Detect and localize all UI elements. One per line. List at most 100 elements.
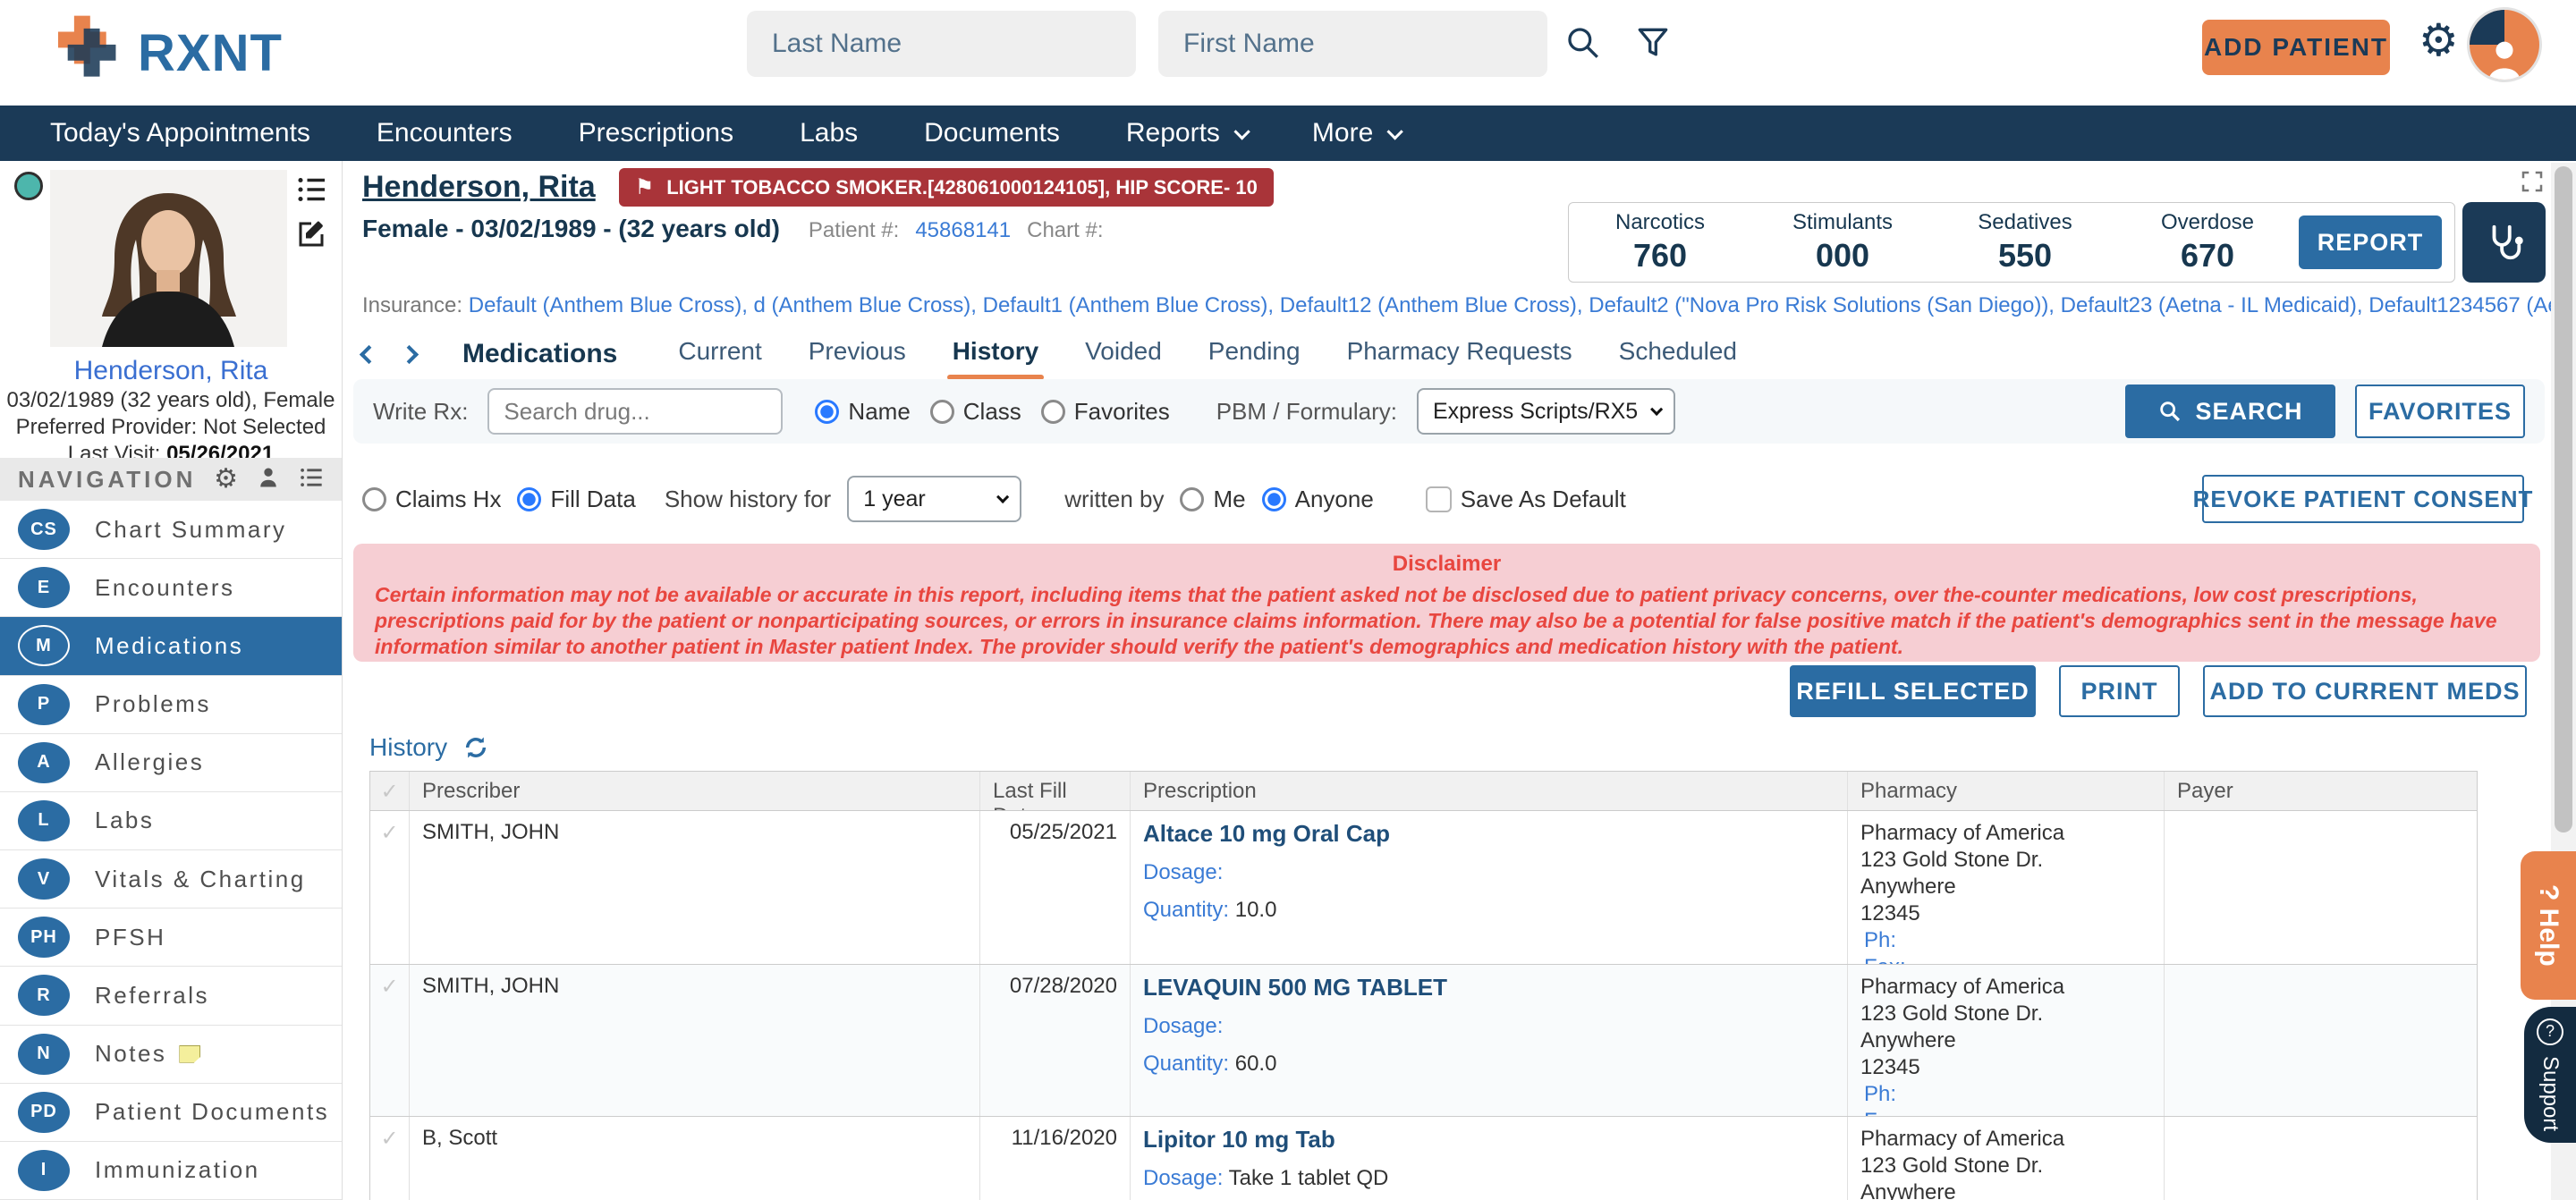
rxnt-cross-icon [50,13,127,94]
nav-encounters[interactable]: Encounters [377,118,513,148]
search-button[interactable]: SEARCH [2125,385,2335,438]
drug-name-link[interactable]: LEVAQUIN 500 MG TABLET [1143,974,1835,1001]
refresh-icon[interactable] [462,733,490,762]
tabs-scroll-left-icon[interactable] [359,344,379,364]
sidebar-item-problems[interactable]: P Problems [0,675,342,734]
last-fill-date-cell: 07/28/2020 [980,965,1131,1116]
tabs-scroll-right-icon[interactable] [399,344,419,364]
sidebar-item-immunization[interactable]: I Immunization [0,1141,342,1200]
tab-voided[interactable]: Voided [1085,337,1162,371]
nav-prescriptions[interactable]: Prescriptions [579,118,733,148]
search-icon [2160,401,2181,422]
row-check[interactable]: ✓ [370,1117,410,1200]
patient-demographics: Female - 03/02/1989 - (32 years old) [362,215,780,242]
col-last-fill-date: Last Fill Date [980,772,1131,810]
badge: M [18,625,70,667]
favorites-button[interactable]: FAVORITES [2355,385,2525,438]
sidebar-item-notes[interactable]: N Notes [0,1025,342,1084]
question-circle-icon: ? [2537,1018,2563,1045]
list-icon[interactable] [299,465,324,494]
prescription-cell: LEVAQUIN 500 MG TABLET Dosage: Quantity:… [1131,965,1848,1116]
patient-dob-line: 03/02/1989 (32 years old), Female [6,388,335,412]
add-to-current-meds-button[interactable]: ADD TO CURRENT MEDS [2203,665,2527,717]
payer-cell [2165,965,2477,1116]
stethoscope-button[interactable] [2462,202,2546,283]
tab-current[interactable]: Current [678,337,761,371]
radio-anyone[interactable] [1261,486,1286,511]
edit-icon[interactable] [295,218,327,255]
sidebar-item-encounters[interactable]: E Encounters [0,559,342,618]
tab-history[interactable]: History [946,337,1045,380]
brand-name: RXNT [138,24,283,82]
gear-icon[interactable]: ⚙ [2419,18,2459,63]
row-check[interactable]: ✓ [370,811,410,964]
chevron-down-icon [1386,123,1404,140]
badge: E [18,567,70,609]
period-select[interactable]: 1 year [847,476,1022,522]
add-patient-button[interactable]: ADD PATIENT [2202,20,2390,75]
save-as-default-checkbox[interactable] [1425,486,1452,512]
nav-more[interactable]: More [1312,118,1404,148]
nav-reports[interactable]: Reports [1126,118,1250,148]
stethoscope-icon [2492,224,2523,260]
radio-class[interactable] [929,399,954,424]
sidebar-item-medications[interactable]: M Medications [0,617,342,676]
list-icon[interactable] [295,173,327,210]
filter-icon[interactable] [1633,23,1673,63]
print-button[interactable]: PRINT [2059,665,2180,717]
tab-pharmacy-requests[interactable]: Pharmacy Requests [1347,337,1572,371]
select-all-check[interactable]: ✓ [370,772,410,810]
sidebar-item-allergies[interactable]: A Allergies [0,733,342,792]
row-check[interactable]: ✓ [370,965,410,1116]
navigation-header: NAVIGATION ⚙ [0,458,342,501]
rxnt-logo[interactable]: RXNT [50,13,283,94]
badge: N [18,1033,70,1075]
history-table-header: ✓ Prescriber Last Fill Date Prescription… [370,772,2477,811]
sidebar-item-patient-documents[interactable]: PD Patient Documents [0,1083,342,1142]
tab-scheduled[interactable]: Scheduled [1619,337,1737,371]
support-button[interactable]: ? Support [2524,1007,2576,1143]
col-payer: Payer [2177,779,2233,803]
drug-name-link[interactable]: Altace 10 mg Oral Cap [1143,820,1835,848]
nav-todays-appointments[interactable]: Today's Appointments [50,118,310,148]
scrollbar-thumb[interactable] [2555,166,2572,832]
gear-icon[interactable]: ⚙ [214,466,238,493]
patient-alert-badge[interactable]: ⚑ LIGHT TOBACCO SMOKER.[428061000124105]… [618,168,1274,207]
first-name-search-input[interactable] [1158,11,1547,77]
report-button[interactable]: REPORT [2299,215,2442,269]
sidebar-item-referrals[interactable]: R Referrals [0,967,342,1026]
sidebar-navigation-list: CS Chart Summary E Encounters M Medications… [0,501,342,1200]
patient-card-name[interactable]: Henderson, Rita [0,356,342,386]
pharmacy-cell: Pharmacy of America 123 Gold Stone Dr. A… [1848,965,2165,1116]
sidebar-item-pfsh[interactable]: PH PFSH [0,908,342,968]
search-icon[interactable] [1563,23,1603,63]
drug-search-input[interactable] [487,388,784,435]
col-prescriber: Prescriber [410,772,980,810]
user-avatar[interactable] [2467,7,2542,82]
score-overdose: Overdose 670 [2160,210,2255,274]
main-navbar: Today's Appointments Encounters Prescrip… [0,106,2576,161]
help-tab[interactable]: ? Help [2521,851,2576,1000]
radio-claims-hx[interactable] [362,486,386,511]
expand-icon[interactable] [2519,168,2546,199]
patient-banner-name[interactable]: Henderson, Rita [362,170,596,205]
nav-documents[interactable]: Documents [924,118,1060,148]
last-name-search-input[interactable] [747,11,1136,77]
tab-previous[interactable]: Previous [809,337,906,371]
radio-favorites[interactable] [1040,399,1065,424]
sidebar-item-labs[interactable]: L Labs [0,791,342,851]
radio-name[interactable] [815,399,840,424]
sidebar-item-chart-summary[interactable]: CS Chart Summary [0,501,342,560]
badge: P [18,683,70,725]
refill-selected-button[interactable]: REFILL SELECTED [1790,665,2036,717]
radio-me[interactable] [1180,486,1205,511]
nav-labs[interactable]: Labs [800,118,858,148]
pbm-select[interactable]: Express Scripts/RX5 [1416,388,1676,435]
person-icon[interactable] [256,465,281,494]
revoke-patient-consent-button[interactable]: REVOKE PATIENT CONSENT [2193,475,2532,523]
tab-pending[interactable]: Pending [1208,337,1301,371]
radio-fill-data[interactable] [517,486,542,511]
sidebar-item-vitals-charting[interactable]: V Vitals & Charting [0,850,342,909]
patient-number-link[interactable]: 45868141 [915,218,1011,243]
drug-name-link[interactable]: Lipitor 10 mg Tab [1143,1126,1835,1154]
